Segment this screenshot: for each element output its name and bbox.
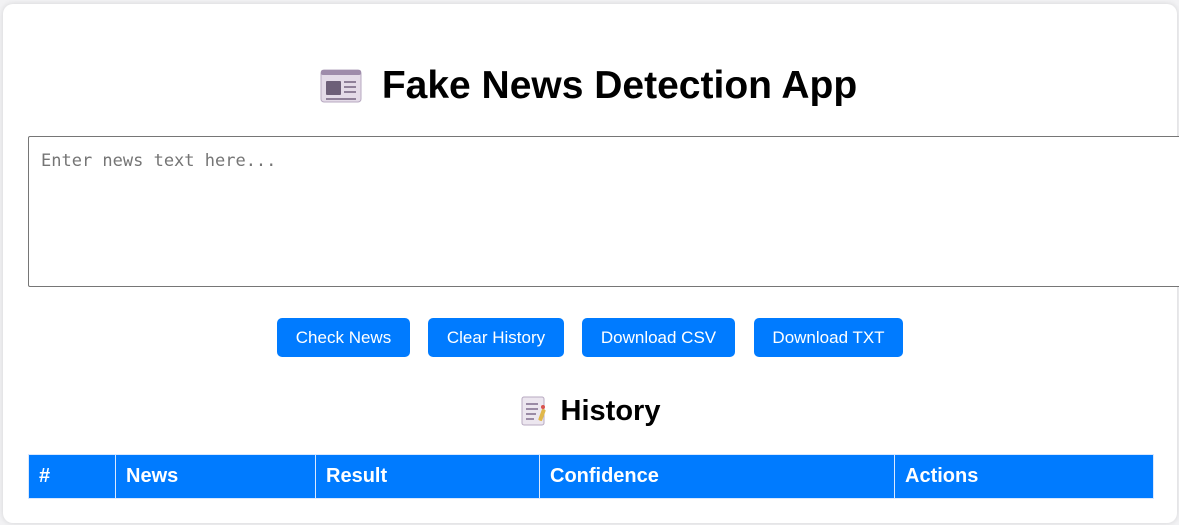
column-header-confidence: Confidence — [539, 454, 895, 499]
column-header-news: News — [115, 454, 316, 499]
history-title: History — [560, 394, 661, 427]
check-news-button[interactable]: Check News — [277, 318, 410, 357]
clear-history-button[interactable]: Clear History — [428, 318, 564, 357]
header: Fake News Detection App — [0, 60, 1179, 112]
history-header: History — [0, 391, 1179, 431]
notepad-icon — [519, 395, 549, 427]
column-header-actions: Actions — [894, 454, 1154, 499]
table-header-row: # News Result Confidence Actions — [28, 454, 1154, 499]
news-text-input[interactable] — [28, 136, 1179, 287]
download-txt-button[interactable]: Download TXT — [754, 318, 903, 357]
column-header-index: # — [28, 454, 116, 499]
history-table: # News Result Confidence Actions — [28, 454, 1154, 499]
page-title: Fake News Detection App — [381, 64, 858, 107]
download-csv-button[interactable]: Download CSV — [582, 318, 735, 357]
column-header-result: Result — [315, 454, 540, 499]
newspaper-icon — [320, 68, 362, 104]
